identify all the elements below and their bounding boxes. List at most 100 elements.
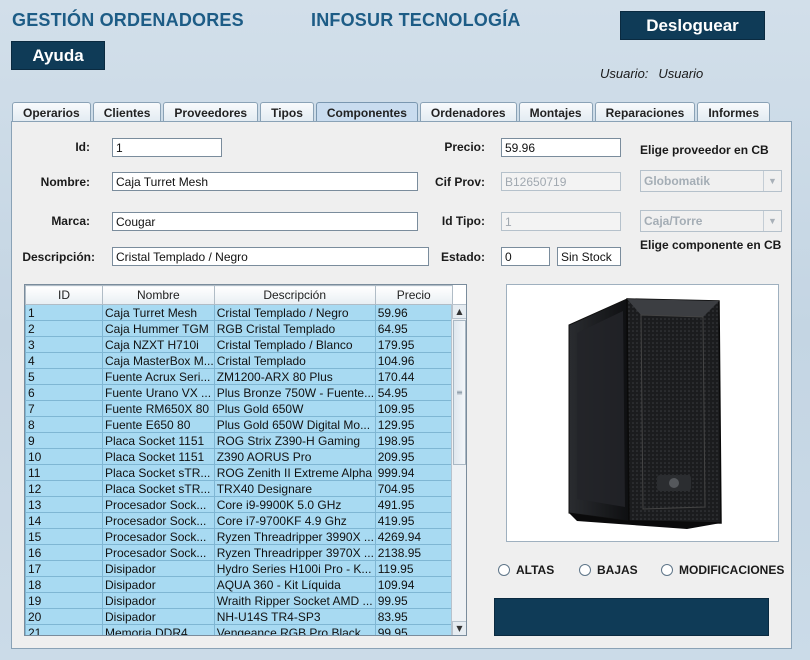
- cell-descripcion[interactable]: Vengeance RGB Pro Black: [213, 624, 376, 635]
- cell-precio[interactable]: 99.95: [374, 592, 453, 609]
- cell-nombre[interactable]: Fuente E650 80: [102, 416, 215, 433]
- tab-operarios[interactable]: Operarios: [12, 102, 91, 122]
- radio-circle-icon[interactable]: [498, 564, 510, 576]
- cell-id[interactable]: 5: [25, 368, 103, 385]
- scroll-thumb[interactable]: ≡: [453, 320, 466, 465]
- table-row[interactable]: 10 Placa Socket 1151 Z390 AORUS Pro 209.95: [25, 448, 453, 465]
- cell-id[interactable]: 14: [25, 512, 103, 529]
- column-header-descripcion[interactable]: Descripción: [213, 285, 376, 305]
- cell-id[interactable]: 3: [25, 336, 103, 353]
- cell-nombre[interactable]: Placa Socket sTR...: [102, 480, 215, 497]
- table-row[interactable]: 5 Fuente Acrux Seri... ZM1200-ARX 80 Plus 1…: [25, 368, 453, 385]
- nombre-field[interactable]: Caja Turret Mesh: [112, 172, 418, 191]
- radio-circle-icon[interactable]: [579, 564, 591, 576]
- table-row[interactable]: 18 Disipador AQUA 360 - Kit Líquida 109.94: [25, 576, 453, 593]
- column-header-nombre[interactable]: Nombre: [102, 285, 215, 305]
- cell-id[interactable]: 6: [25, 384, 103, 401]
- cell-descripcion[interactable]: Z390 AORUS Pro: [213, 448, 376, 465]
- cell-precio[interactable]: 64.95: [374, 320, 453, 337]
- table-row[interactable]: 15 Procesador Sock... Ryzen Threadripper 3…: [25, 528, 453, 545]
- cell-id[interactable]: 15: [25, 528, 103, 545]
- precio-field[interactable]: 59.96: [501, 138, 621, 157]
- help-button[interactable]: Ayuda: [11, 41, 105, 70]
- cell-descripcion[interactable]: ROG Zenith II Extreme Alpha: [213, 464, 376, 481]
- table-row[interactable]: 14 Procesador Sock... Core i7-9700KF 4.9 G…: [25, 512, 453, 529]
- cell-descripcion[interactable]: Ryzen Threadripper 3990X ...: [213, 528, 376, 545]
- cell-nombre[interactable]: Procesador Sock...: [102, 528, 215, 545]
- radio-altas[interactable]: ALTAS: [498, 563, 554, 577]
- componente-combobox[interactable]: Caja/Torre ▼: [640, 210, 782, 232]
- cell-id[interactable]: 11: [25, 464, 103, 481]
- cell-id[interactable]: 9: [25, 432, 103, 449]
- proveedor-combobox[interactable]: Globomatik ▼: [640, 170, 782, 192]
- cell-nombre[interactable]: Caja MasterBox M...: [102, 352, 215, 369]
- logout-button[interactable]: Desloguear: [620, 11, 765, 40]
- cell-precio[interactable]: 54.95: [374, 384, 453, 401]
- cell-descripcion[interactable]: RGB Cristal Templado: [213, 320, 376, 337]
- table-row[interactable]: 19 Disipador Wraith Ripper Socket AMD ... 9…: [25, 592, 453, 609]
- cell-descripcion[interactable]: Wraith Ripper Socket AMD ...: [213, 592, 376, 609]
- table-row[interactable]: 3 Caja NZXT H710i Cristal Templado / Blan…: [25, 336, 453, 353]
- cell-precio[interactable]: 99.95: [374, 624, 453, 635]
- cell-nombre[interactable]: Placa Socket 1151: [102, 448, 215, 465]
- column-header-precio[interactable]: Precio: [374, 285, 453, 305]
- cell-precio[interactable]: 704.95: [374, 480, 453, 497]
- table-row[interactable]: 13 Procesador Sock... Core i9-9900K 5.0 GH…: [25, 496, 453, 513]
- cell-precio[interactable]: 2138.95: [374, 544, 453, 561]
- radio-modificaciones[interactable]: MODIFICACIONES: [661, 563, 784, 577]
- cell-precio[interactable]: 83.95: [374, 608, 453, 625]
- cell-id[interactable]: 1: [25, 304, 103, 321]
- cell-precio[interactable]: 491.95: [374, 496, 453, 513]
- table-row[interactable]: 12 Placa Socket sTR... TRX40 Designare 704.…: [25, 480, 453, 497]
- table-row[interactable]: 9 Placa Socket 1151 ROG Strix Z390-H Gamin…: [25, 432, 453, 449]
- cell-id[interactable]: 10: [25, 448, 103, 465]
- cell-nombre[interactable]: Procesador Sock...: [102, 544, 215, 561]
- cell-id[interactable]: 2: [25, 320, 103, 337]
- cell-precio[interactable]: 104.96: [374, 352, 453, 369]
- cell-descripcion[interactable]: Cristal Templado / Negro: [213, 304, 376, 321]
- cell-nombre[interactable]: Procesador Sock...: [102, 512, 215, 529]
- cell-id[interactable]: 21: [25, 624, 103, 635]
- cell-nombre[interactable]: Memoria DDR4: [102, 624, 215, 635]
- tab-ordenadores[interactable]: Ordenadores: [419, 102, 517, 122]
- tab-montajes[interactable]: Montajes: [518, 102, 593, 122]
- tab-clientes[interactable]: Clientes: [92, 102, 162, 122]
- cell-precio[interactable]: 119.95: [374, 560, 453, 577]
- chevron-down-icon[interactable]: ▼: [763, 171, 781, 191]
- cell-nombre[interactable]: Fuente Urano VX ...: [102, 384, 215, 401]
- table-row[interactable]: 1 Caja Turret Mesh Cristal Templado / Negr…: [25, 304, 453, 321]
- cell-id[interactable]: 18: [25, 576, 103, 593]
- scroll-up-icon[interactable]: ▲: [452, 304, 466, 319]
- cell-precio[interactable]: 179.95: [374, 336, 453, 353]
- id-field[interactable]: 1: [112, 138, 222, 157]
- table-row[interactable]: 17 Disipador Hydro Series H100i Pro - K...…: [25, 560, 453, 577]
- cell-id[interactable]: 19: [25, 592, 103, 609]
- cell-descripcion[interactable]: ROG Strix Z390-H Gaming: [213, 432, 376, 449]
- cell-id[interactable]: 16: [25, 544, 103, 561]
- cell-descripcion[interactable]: Plus Gold 650W Digital Mo...: [213, 416, 376, 433]
- cell-nombre[interactable]: Placa Socket sTR...: [102, 464, 215, 481]
- descripcion-field[interactable]: Cristal Templado / Negro: [112, 247, 429, 266]
- column-header-id[interactable]: ID: [25, 285, 103, 305]
- radio-circle-icon[interactable]: [661, 564, 673, 576]
- cell-descripcion[interactable]: Core i7-9700KF 4.9 Ghz: [213, 512, 376, 529]
- tab-proveedores[interactable]: Proveedores: [163, 102, 259, 122]
- cell-precio[interactable]: 109.94: [374, 576, 453, 593]
- cell-precio[interactable]: 109.95: [374, 400, 453, 417]
- cell-precio[interactable]: 170.44: [374, 368, 453, 385]
- tab-tipos[interactable]: Tipos: [260, 102, 314, 122]
- cell-id[interactable]: 12: [25, 480, 103, 497]
- cell-nombre[interactable]: Disipador: [102, 592, 215, 609]
- cell-id[interactable]: 4: [25, 352, 103, 369]
- cell-id[interactable]: 8: [25, 416, 103, 433]
- table-row[interactable]: 16 Procesador Sock... Ryzen Threadripper 3…: [25, 544, 453, 561]
- cell-precio[interactable]: 999.94: [374, 464, 453, 481]
- cell-descripcion[interactable]: AQUA 360 - Kit Líquida: [213, 576, 376, 593]
- cell-descripcion[interactable]: Plus Gold 650W: [213, 400, 376, 417]
- cell-nombre[interactable]: Caja Hummer TGM: [102, 320, 215, 337]
- tab-reparaciones[interactable]: Reparaciones: [594, 102, 696, 122]
- cell-descripcion[interactable]: NH-U14S TR4-SP3: [213, 608, 376, 625]
- scroll-down-icon[interactable]: ▼: [452, 621, 466, 635]
- table-row[interactable]: 4 Caja MasterBox M... Cristal Templado 104.…: [25, 352, 453, 369]
- cell-precio[interactable]: 59.96: [374, 304, 453, 321]
